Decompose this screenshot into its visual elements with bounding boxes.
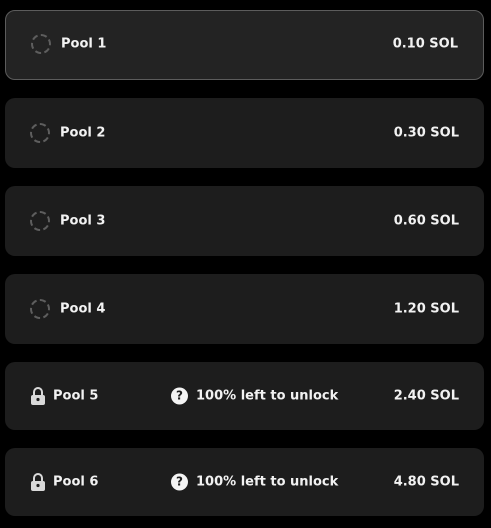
pool-row-5[interactable]: Pool 5 ? 100% left to unlock 2.40 SOL — [5, 362, 484, 430]
pool-name: Pool 6 — [53, 474, 99, 490]
spinner-icon — [31, 34, 51, 54]
pool-amount: 2.40 SOL — [393, 388, 459, 404]
pool-row-2[interactable]: Pool 2 0.30 SOL — [5, 98, 484, 168]
pool-amount: 0.60 SOL — [393, 213, 459, 229]
unlock-text: 100% left to unlock — [196, 388, 339, 404]
pool-amount: 4.80 SOL — [393, 474, 459, 490]
pool-amount: 0.30 SOL — [393, 125, 459, 141]
lock-icon — [31, 387, 45, 405]
spinner-icon — [30, 299, 50, 319]
pool-list: Pool 1 0.10 SOL Pool 2 0.30 SOL Pool 3 0… — [0, 0, 491, 528]
pool-row-4[interactable]: Pool 4 1.20 SOL — [5, 274, 484, 344]
spinner-icon — [30, 211, 50, 231]
question-icon[interactable]: ? — [171, 387, 188, 405]
unlock-text: 100% left to unlock — [196, 474, 339, 490]
pool-row-3[interactable]: Pool 3 0.60 SOL — [5, 186, 484, 256]
pool-row-1[interactable]: Pool 1 0.10 SOL — [5, 10, 484, 80]
pool-name: Pool 1 — [61, 36, 107, 52]
spinner-icon — [30, 123, 50, 143]
pool-amount: 0.10 SOL — [392, 36, 458, 52]
pool-name: Pool 2 — [60, 125, 106, 141]
lock-icon — [31, 473, 45, 491]
pool-name: Pool 4 — [60, 301, 106, 317]
pool-amount: 1.20 SOL — [393, 301, 459, 317]
question-icon[interactable]: ? — [171, 473, 188, 491]
pool-row-6[interactable]: Pool 6 ? 100% left to unlock 4.80 SOL — [5, 448, 484, 516]
unlock-status: ? 100% left to unlock — [171, 473, 339, 491]
pool-name: Pool 3 — [60, 213, 106, 229]
unlock-status: ? 100% left to unlock — [171, 387, 339, 405]
pool-name: Pool 5 — [53, 388, 99, 404]
